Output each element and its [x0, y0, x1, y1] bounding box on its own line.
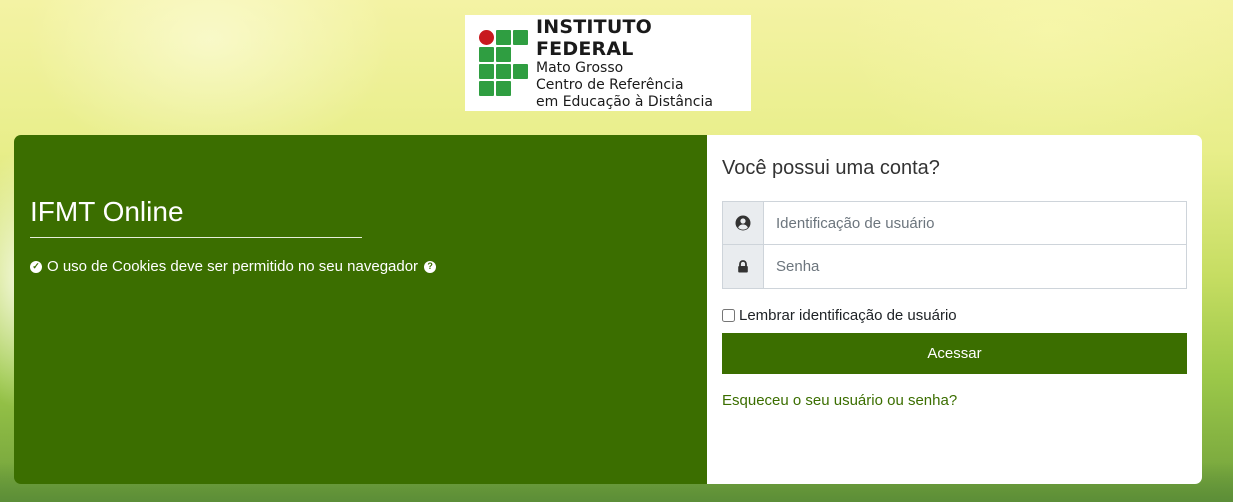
remember-label: Lembrar identificação de usuário	[739, 307, 957, 324]
username-input[interactable]	[764, 202, 1186, 244]
title-divider	[30, 237, 362, 238]
question-circle-icon[interactable]: ?	[424, 260, 437, 273]
remember-checkbox[interactable]	[722, 309, 735, 322]
login-panel: Você possui uma conta? Lem	[707, 135, 1202, 484]
logo-text: INSTITUTO FEDERAL Mato Grosso Centro de …	[536, 16, 751, 111]
login-heading: Você possui uma conta?	[722, 157, 940, 179]
password-input[interactable]	[764, 245, 1186, 288]
user-icon	[723, 202, 764, 244]
lock-icon	[723, 245, 764, 288]
login-button[interactable]: Acessar	[722, 333, 1187, 374]
logo-line-1: Mato Grosso	[536, 59, 624, 76]
site-title: IFMT Online	[30, 196, 184, 227]
institution-logo: INSTITUTO FEDERAL Mato Grosso Centro de …	[465, 15, 751, 111]
cookie-notice: ✓ O uso de Cookies deve ser permitido no…	[30, 258, 691, 275]
logo-mark	[479, 30, 528, 96]
logo-line-3: em Educação à Distância	[536, 93, 713, 110]
logo-line-2: Centro de Referência	[536, 76, 684, 93]
info-panel: IFMT Online ✓ O uso de Cookies deve ser …	[14, 135, 707, 484]
logo-title: INSTITUTO FEDERAL	[536, 15, 652, 60]
remember-username[interactable]: Lembrar identificação de usuário	[722, 307, 1187, 324]
username-group	[722, 201, 1187, 245]
forgot-password-link[interactable]: Esqueceu o seu usuário ou senha?	[722, 392, 1187, 409]
logo-red-dot	[479, 30, 494, 45]
check-circle-icon: ✓	[30, 260, 42, 273]
login-card: IFMT Online ✓ O uso de Cookies deve ser …	[14, 135, 1202, 484]
password-group	[722, 245, 1187, 289]
cookie-notice-text: O uso de Cookies deve ser permitido no s…	[47, 258, 419, 275]
